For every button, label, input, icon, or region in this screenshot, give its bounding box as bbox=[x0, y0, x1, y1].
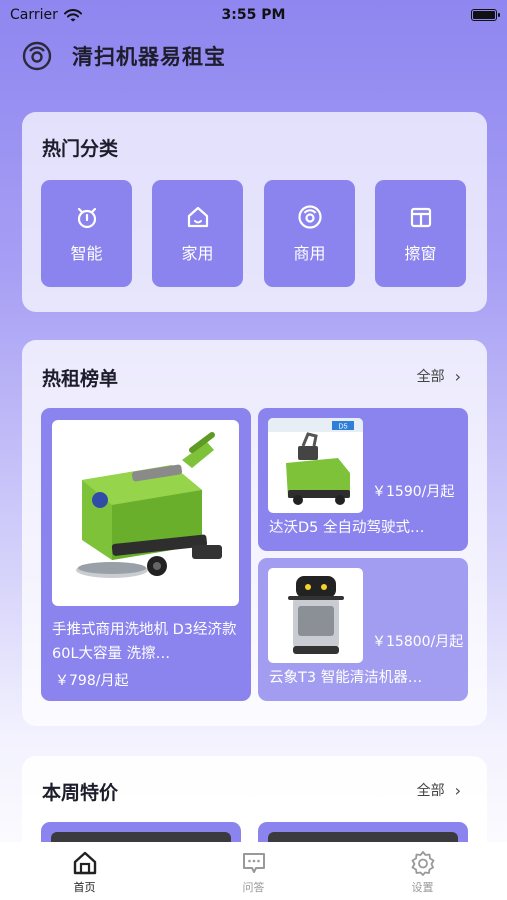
product-name: 云象T3 智能清洁机器… bbox=[269, 670, 423, 686]
robot-vacuum-icon bbox=[297, 204, 322, 229]
timer-icon bbox=[77, 207, 96, 228]
price-value: ￥798 bbox=[55, 673, 96, 689]
price-unit: /月起 bbox=[430, 634, 464, 650]
price-value: ￥1590 bbox=[372, 484, 422, 500]
featured-product-card[interactable]: 手推式商用洗地机 D3经济款 60L大容量 洗擦… ￥798/月起 bbox=[41, 408, 251, 701]
product-price: ￥1590/月起 bbox=[372, 481, 454, 501]
carrier-label: Carrier bbox=[10, 7, 58, 23]
price-unit: /月起 bbox=[95, 673, 129, 689]
category-label: 商用 bbox=[293, 243, 326, 263]
hot-rent-card: 热租榜单 全部 › 手推式商用洗地机 D3经济款 60L大容量 洗擦… ￥798… bbox=[22, 340, 487, 726]
product-price: ￥798/月起 bbox=[55, 670, 128, 690]
categories-title: 热门分类 bbox=[42, 138, 119, 160]
tab-settings[interactable]: 设置 bbox=[338, 842, 507, 900]
product-name: 手推式商用洗地机 D3经济款 60L大容量 洗擦… bbox=[52, 622, 237, 662]
tab-label: 首页 bbox=[73, 881, 96, 894]
robot-vacuum-icon bbox=[22, 41, 52, 71]
window-icon bbox=[410, 207, 431, 227]
home-icon bbox=[73, 851, 96, 875]
chevron-right-icon: › bbox=[454, 780, 461, 800]
tab-home[interactable]: 首页 bbox=[0, 842, 169, 900]
product-image bbox=[52, 420, 239, 606]
category-home-button[interactable]: 家用 bbox=[152, 180, 243, 287]
product-price: ￥15800/月起 bbox=[372, 631, 463, 651]
see-all-label: 全部 bbox=[416, 369, 445, 385]
category-label: 智能 bbox=[70, 243, 103, 263]
chat-icon bbox=[242, 853, 265, 873]
tab-label: 问答 bbox=[242, 881, 265, 894]
category-smart-button[interactable]: 智能 bbox=[41, 180, 132, 287]
home-icon bbox=[187, 206, 208, 227]
wifi-icon bbox=[63, 8, 82, 21]
price-unit: /月起 bbox=[421, 484, 455, 500]
weekly-see-all-link[interactable]: 全部 › bbox=[417, 780, 461, 800]
category-commercial-button[interactable]: 商用 bbox=[264, 180, 355, 287]
app-title: 清扫机器易租宝 bbox=[72, 45, 226, 69]
tab-bar: 首页 问答 设置 bbox=[0, 842, 507, 900]
see-all-label: 全部 bbox=[416, 783, 445, 799]
product-card[interactable]: D5 ￥1590/月起 达沃D5 全自动驾驶式… bbox=[258, 408, 468, 551]
hot-rent-see-all-link[interactable]: 全部 › bbox=[417, 366, 461, 386]
product-image bbox=[268, 568, 363, 663]
status-left: Carrier bbox=[10, 7, 82, 23]
chevron-right-icon: › bbox=[454, 366, 461, 386]
app-header: 清扫机器易租宝 bbox=[22, 38, 226, 74]
product-name: 达沃D5 全自动驾驶式… bbox=[269, 520, 425, 536]
hot-rent-title: 热租榜单 bbox=[42, 368, 119, 390]
categories-card: 热门分类 智能 家用 商用 擦窗 bbox=[22, 112, 487, 312]
category-window-button[interactable]: 擦窗 bbox=[375, 180, 466, 287]
category-label: 擦窗 bbox=[404, 243, 437, 263]
price-value: ￥15800 bbox=[372, 634, 431, 650]
gear-icon bbox=[411, 851, 434, 876]
product-image: D5 bbox=[268, 418, 363, 513]
status-bar: Carrier 3:55 PM bbox=[0, 0, 507, 30]
category-label: 家用 bbox=[181, 243, 214, 263]
battery-icon bbox=[471, 9, 500, 21]
product-card[interactable]: ￥15800/月起 云象T3 智能清洁机器… bbox=[258, 558, 468, 701]
weekly-title: 本周特价 bbox=[42, 782, 119, 804]
tab-qa[interactable]: 问答 bbox=[169, 842, 338, 900]
tab-label: 设置 bbox=[411, 881, 434, 894]
model-badge: D5 bbox=[339, 424, 348, 431]
